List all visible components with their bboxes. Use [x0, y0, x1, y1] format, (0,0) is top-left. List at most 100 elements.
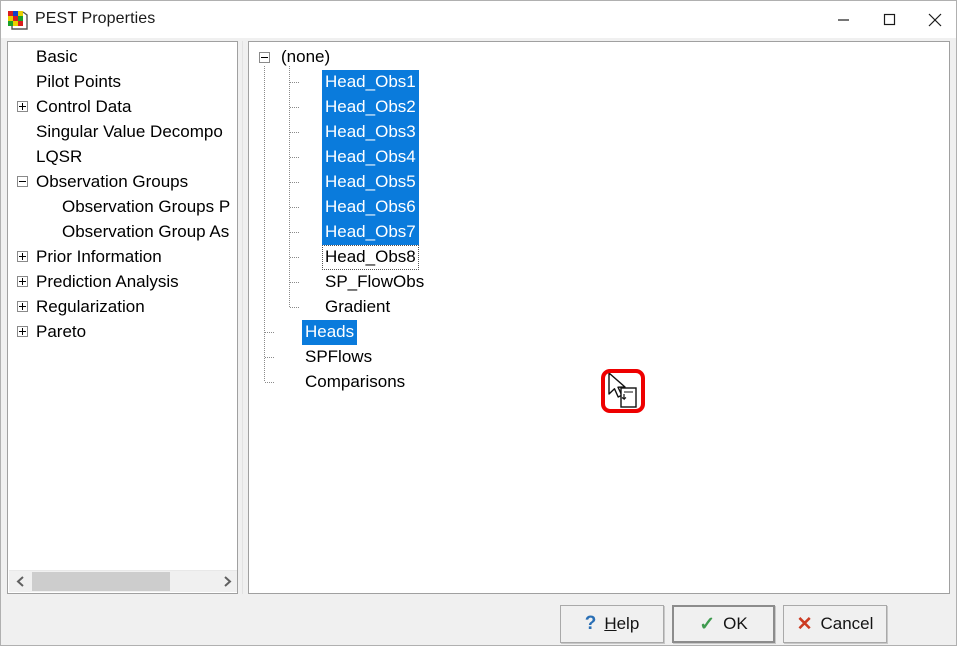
cancel-button-label: Cancel [820, 614, 874, 633]
sidebar-item-prediction-analysis[interactable]: Prediction Analysis [8, 269, 237, 294]
tree-item-head-obs8[interactable]: Head_Obs8 [249, 245, 949, 270]
tree-item-label: Head_Obs7 [322, 220, 419, 245]
tree-item-head-obs3[interactable]: Head_Obs3 [249, 120, 949, 145]
sidebar-item-label: Prediction Analysis [36, 272, 179, 291]
sidebar-item-singular-value-decompo[interactable]: Singular Value Decompo [8, 119, 237, 144]
sidebar-item-label: Pareto [36, 322, 87, 341]
tree-item-label: Head_Obs6 [322, 195, 419, 220]
sidebar-item-label: Observation Group As [62, 222, 230, 241]
title-bar: PEST Properties [1, 1, 956, 38]
tree-item-comparisons[interactable]: Comparisons [249, 370, 949, 395]
blocks-icon [7, 10, 28, 30]
tree-item-gradient[interactable]: Gradient [249, 295, 949, 320]
ok-button-label: OK [723, 614, 748, 633]
tree-item-label: Comparisons [305, 372, 406, 391]
tree-item-label: Heads [302, 320, 358, 345]
tree-item-label: Gradient [325, 297, 391, 316]
collapse-minus-icon[interactable] [259, 52, 270, 63]
tree-item-head-obs5[interactable]: Head_Obs5 [249, 170, 949, 195]
tree-branch-line [290, 132, 300, 133]
tree-item-head-obs7[interactable]: Head_Obs7 [249, 220, 949, 245]
sidebar-item-label: Control Data [36, 97, 132, 116]
sidebar-item-label: Pilot Points [36, 72, 122, 91]
tree-item-head-obs1[interactable]: Head_Obs1 [249, 70, 949, 95]
close-icon[interactable] [912, 1, 956, 38]
sidebar-item-label: Observation Groups [36, 172, 189, 191]
tree-item-heads[interactable]: Heads [249, 320, 949, 345]
observation-groups-tree[interactable]: (none) Head_Obs1 Head_Obs2 Head_Obs3 Head_Ob… [248, 41, 950, 594]
sidebar-item-pareto[interactable]: Pareto [8, 319, 237, 344]
window-controls [820, 1, 956, 38]
tree-item-head-obs6[interactable]: Head_Obs6 [249, 195, 949, 220]
x-mark-icon: ✕ [796, 613, 813, 635]
expand-plus-icon[interactable] [17, 101, 28, 112]
tree-item-label: Head_Obs4 [322, 145, 419, 170]
tree-branch-line [290, 82, 300, 83]
tree-branch-line [265, 382, 275, 383]
sidebar-item-observation-group-as[interactable]: Observation Group As [8, 219, 237, 244]
pest-properties-dialog: PEST Properties Basic Pilot Points Control… [0, 0, 957, 646]
dialog-button-bar: ? Help ✓ OK ✕ Cancel [1, 595, 956, 645]
sidebar-item-label: Regularization [36, 297, 145, 316]
tree-branch-line [290, 157, 300, 158]
scrollbar-thumb[interactable] [32, 572, 170, 591]
question-mark-icon: ? [584, 613, 597, 634]
tree-item-label: SPFlows [305, 347, 373, 366]
sidebar-item-label: LQSR [36, 147, 83, 166]
panel-splitter[interactable] [239, 41, 248, 594]
tree-item-label: Head_Obs3 [322, 120, 419, 145]
tree-item-label: SP_FlowObs [325, 272, 425, 291]
help-label-rest: elp [616, 614, 640, 633]
expand-plus-icon[interactable] [17, 326, 28, 337]
sidebar-item-pilot-points[interactable]: Pilot Points [8, 69, 237, 94]
tree-item-spflows[interactable]: SPFlows [249, 345, 949, 370]
sidebar-item-prior-information[interactable]: Prior Information [8, 244, 237, 269]
tree-branch-line [290, 182, 300, 183]
scroll-left-arrow-icon[interactable] [9, 571, 31, 592]
tree-trunk-line [264, 66, 265, 382]
tree-item-label: Head_Obs5 [322, 170, 419, 195]
sidebar-item-label: Basic [36, 47, 78, 66]
tree-item-head-obs2[interactable]: Head_Obs2 [249, 95, 949, 120]
maximize-icon[interactable] [866, 1, 912, 38]
tree-root-node[interactable]: (none) [249, 45, 949, 70]
tree-branch-line [290, 232, 300, 233]
help-button[interactable]: ? Help [560, 605, 664, 643]
tree-branch-line [290, 307, 300, 308]
sidebar-item-basic[interactable]: Basic [8, 44, 237, 69]
tree-item-label: Head_Obs2 [322, 95, 419, 120]
window-title: PEST Properties [35, 10, 156, 27]
tree-branch-line [290, 257, 300, 258]
sidebar-item-label: Prior Information [36, 247, 162, 266]
sidebar-item-observation-groups[interactable]: Observation Groups [8, 169, 237, 194]
expand-plus-icon[interactable] [17, 301, 28, 312]
expand-plus-icon[interactable] [17, 251, 28, 262]
left-tree-horizontal-scrollbar[interactable] [9, 570, 237, 592]
tree-branch-line [290, 207, 300, 208]
ok-button[interactable]: ✓ OK [672, 605, 775, 643]
pest-settings-tree[interactable]: Basic Pilot Points Control Data Singular Va… [7, 41, 238, 594]
tree-item-label: Head_Obs8 [322, 245, 419, 270]
sidebar-item-lqsr[interactable]: LQSR [8, 144, 237, 169]
tree-branch-line [290, 107, 300, 108]
sidebar-item-control-data[interactable]: Control Data [8, 94, 237, 119]
expand-plus-icon[interactable] [17, 276, 28, 287]
minimize-icon[interactable] [820, 1, 866, 38]
tree-branch-line [290, 282, 300, 283]
tree-item-head-obs4[interactable]: Head_Obs4 [249, 145, 949, 170]
sidebar-item-regularization[interactable]: Regularization [8, 294, 237, 319]
cancel-button[interactable]: ✕ Cancel [783, 605, 887, 643]
sidebar-item-observation-groups-p[interactable]: Observation Groups P [8, 194, 237, 219]
help-accel-letter: H [604, 614, 617, 633]
tree-root-label: (none) [281, 47, 331, 66]
sidebar-item-label: Observation Groups P [62, 197, 231, 216]
collapse-minus-icon[interactable] [17, 176, 28, 187]
checkmark-icon: ✓ [699, 613, 716, 635]
sidebar-item-label: Singular Value Decompo [36, 122, 223, 141]
scroll-right-arrow-icon[interactable] [216, 571, 237, 592]
tree-branch-trunk-line [289, 66, 290, 307]
dialog-client: Basic Pilot Points Control Data Singular Va… [1, 38, 956, 645]
tree-branch-line [265, 357, 275, 358]
tree-item-sp-flowobs[interactable]: SP_FlowObs [249, 270, 949, 295]
tree-branch-line [265, 332, 275, 333]
